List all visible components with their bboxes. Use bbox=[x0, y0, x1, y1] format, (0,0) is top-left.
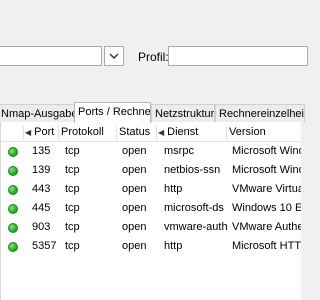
service-cell: vmware-auth bbox=[164, 221, 227, 233]
target-dropdown-button[interactable] bbox=[104, 46, 124, 66]
status-dot-icon bbox=[8, 223, 18, 233]
table-row[interactable]: 443 tcp open http VMware VirtualC bbox=[1, 180, 301, 199]
status-dot-icon bbox=[8, 242, 18, 252]
status-dot-icon bbox=[8, 166, 18, 176]
protocol-cell: tcp bbox=[65, 240, 80, 252]
service-cell: microsoft-ds bbox=[164, 202, 224, 214]
column-separator bbox=[58, 126, 59, 140]
scan-toolbar: Profil: bbox=[0, 0, 308, 100]
tab-nmap-output[interactable]: Nmap-Ausgabe bbox=[0, 104, 75, 122]
table-row[interactable]: 139 tcp open netbios-ssn Microsoft Windo bbox=[1, 161, 301, 180]
port-cell: 445 bbox=[32, 202, 51, 214]
tab-topology[interactable]: Netzstruktur bbox=[151, 104, 215, 122]
target-input[interactable] bbox=[0, 46, 102, 66]
tab-ports-hosts[interactable]: Ports / Rechner bbox=[74, 102, 151, 123]
profile-label: Profil: bbox=[138, 50, 169, 64]
status-dot-icon bbox=[8, 204, 18, 214]
column-separator bbox=[23, 126, 24, 140]
sort-icon: ◀ bbox=[158, 128, 165, 137]
protocol-cell: tcp bbox=[65, 145, 80, 157]
sort-icon: ◀ bbox=[25, 128, 32, 137]
port-cell: 903 bbox=[32, 221, 51, 233]
protocol-cell: tcp bbox=[65, 221, 80, 233]
state-cell: open bbox=[122, 221, 147, 233]
version-cell: Microsoft Windo bbox=[232, 164, 301, 176]
version-cell: VMware Authen bbox=[232, 221, 301, 233]
table-header: ◀ Port Protokoll Status ◀ Dienst Version bbox=[1, 124, 301, 142]
version-cell: Microsoft HTTP bbox=[232, 240, 301, 252]
column-header-label: Port bbox=[34, 126, 55, 138]
column-header-service[interactable]: ◀ Dienst bbox=[158, 124, 218, 141]
ports-table: ◀ Port Protokoll Status ◀ Dienst Version 1… bbox=[0, 122, 301, 300]
state-cell: open bbox=[122, 164, 147, 176]
port-cell: 135 bbox=[32, 145, 51, 157]
status-dot-icon bbox=[8, 185, 18, 195]
state-cell: open bbox=[122, 240, 147, 252]
port-cell: 443 bbox=[32, 183, 51, 195]
port-cell: 5357 bbox=[32, 240, 57, 252]
table-row[interactable]: 445 tcp open microsoft-ds Windows 10 Ent bbox=[1, 199, 301, 218]
column-header-label: Dienst bbox=[167, 126, 199, 138]
column-separator bbox=[116, 126, 117, 140]
tab-host-details[interactable]: Rechnereinzelheiten bbox=[215, 104, 305, 122]
results-tabs: Nmap-Ausgabe Ports / Rechner Netzstruktu… bbox=[0, 102, 305, 123]
status-dot-icon bbox=[8, 147, 18, 157]
table-row[interactable]: 903 tcp open vmware-auth VMware Authen bbox=[1, 218, 301, 237]
column-header-version[interactable]: Version bbox=[229, 124, 301, 141]
column-header-port[interactable]: ◀ Port bbox=[25, 124, 57, 141]
state-cell: open bbox=[122, 183, 147, 195]
column-header-protocol[interactable]: Protokoll bbox=[61, 124, 115, 141]
state-cell: open bbox=[122, 202, 147, 214]
table-row[interactable]: 135 tcp open msrpc Microsoft Windo bbox=[1, 142, 301, 161]
column-separator bbox=[156, 126, 157, 140]
column-separator bbox=[226, 126, 227, 140]
service-cell: msrpc bbox=[164, 145, 194, 157]
column-header-status[interactable]: Status bbox=[119, 124, 155, 141]
version-cell: VMware VirtualC bbox=[232, 183, 301, 195]
table-row[interactable]: 5357 tcp open http Microsoft HTTP bbox=[1, 237, 301, 256]
protocol-cell: tcp bbox=[65, 164, 80, 176]
service-cell: http bbox=[164, 240, 183, 252]
service-cell: netbios-ssn bbox=[164, 164, 221, 176]
profile-input[interactable] bbox=[168, 46, 308, 66]
version-cell: Windows 10 Ent bbox=[232, 202, 301, 214]
version-cell: Microsoft Windo bbox=[232, 145, 301, 157]
state-cell: open bbox=[122, 145, 147, 157]
port-cell: 139 bbox=[32, 164, 51, 176]
protocol-cell: tcp bbox=[65, 202, 80, 214]
protocol-cell: tcp bbox=[65, 183, 80, 195]
service-cell: http bbox=[164, 183, 183, 195]
chevron-down-icon bbox=[109, 53, 119, 59]
